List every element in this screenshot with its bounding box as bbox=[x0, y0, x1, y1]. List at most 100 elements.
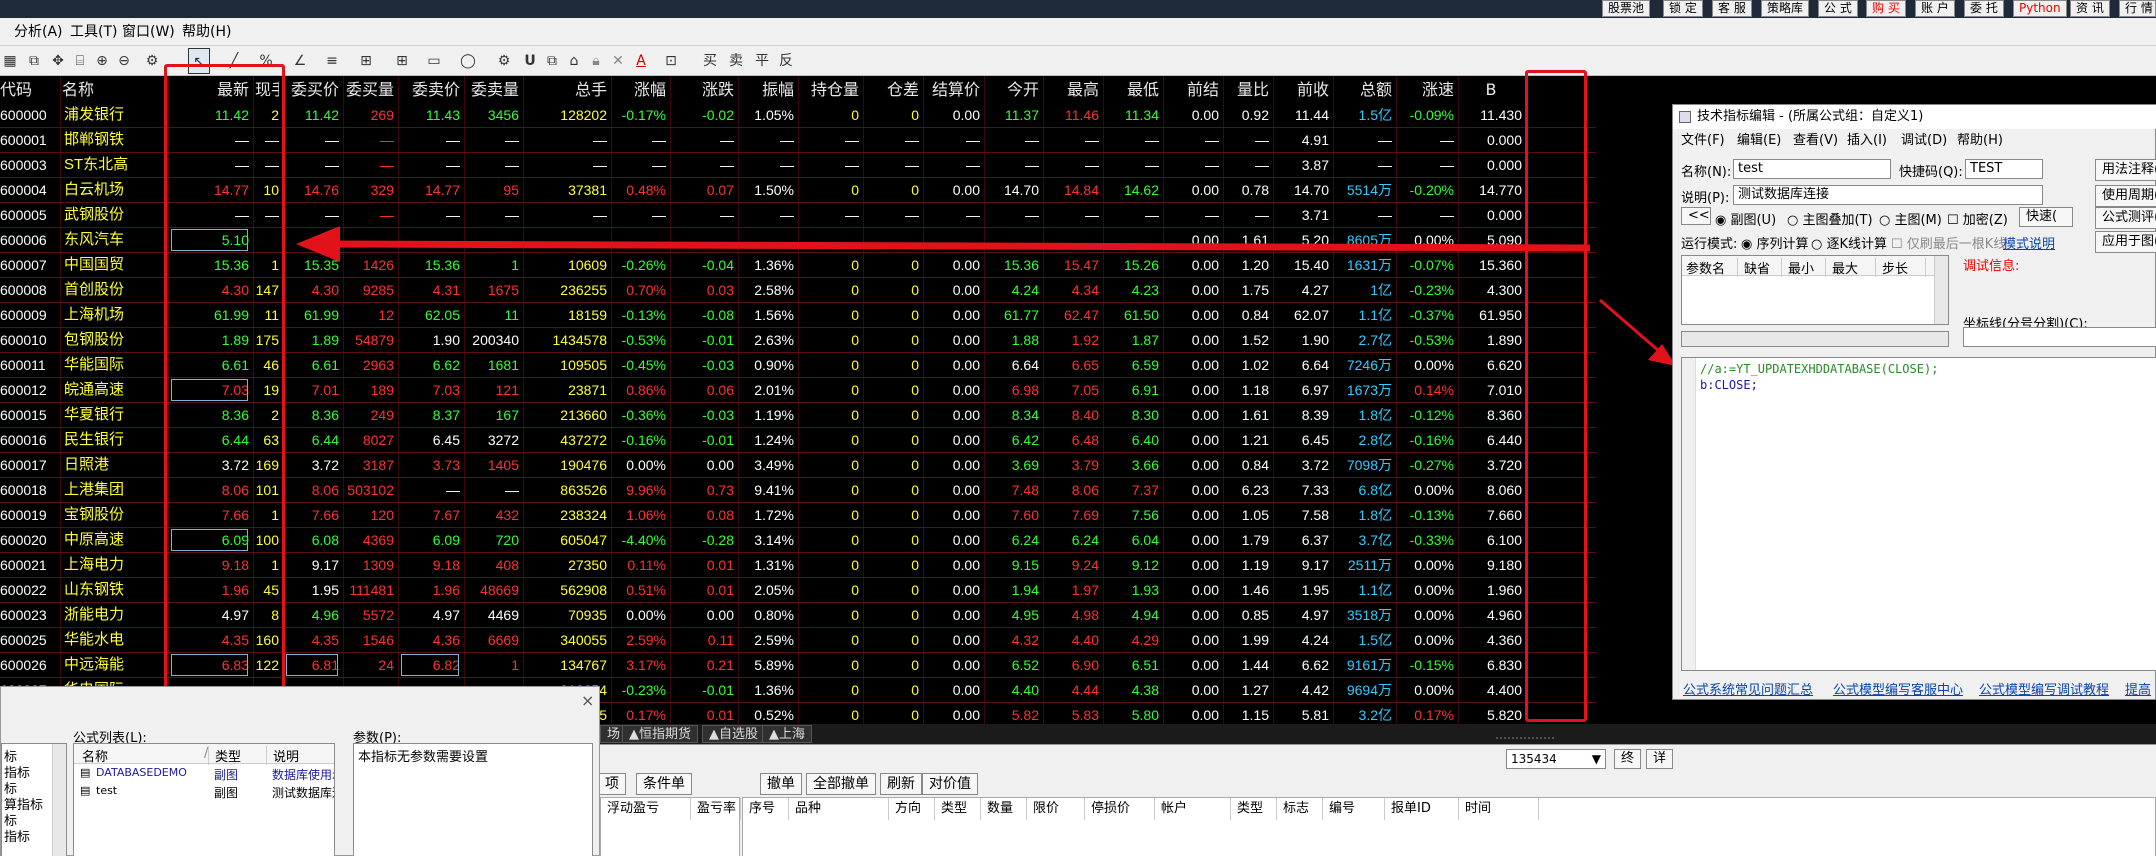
rectangle-tool-icon[interactable]: ▭ bbox=[422, 48, 446, 74]
delete-icon[interactable]: ✕ bbox=[608, 48, 628, 74]
service-button[interactable]: 客 服 bbox=[1712, 0, 1752, 17]
param-hscrollbar[interactable] bbox=[1681, 331, 1949, 347]
col-header-2[interactable]: 最新 bbox=[170, 76, 249, 103]
order-col-4[interactable]: 数量 bbox=[981, 798, 1027, 820]
order-col-7[interactable]: 帐户 bbox=[1155, 798, 1231, 820]
percent-tool-icon[interactable]: % bbox=[254, 48, 278, 74]
menu-help[interactable]: 帮助(H) bbox=[182, 18, 231, 46]
improve-link[interactable]: 提高 bbox=[2125, 679, 2151, 698]
col-header-10[interactable]: 涨跌 bbox=[672, 76, 734, 103]
col-header-16[interactable]: 最高 bbox=[1045, 76, 1099, 103]
formula-group-item[interactable]: 指标 bbox=[4, 826, 30, 845]
editor-menu-view[interactable]: 查看(V) bbox=[1793, 131, 1838, 151]
tab-shanghai[interactable]: ▲上海 bbox=[762, 725, 812, 743]
usage-notes-button[interactable]: 用法注释( bbox=[2095, 159, 2156, 181]
col-header-14[interactable]: 结算价 bbox=[925, 76, 980, 103]
menu-window[interactable]: 窗口(W) bbox=[122, 18, 175, 46]
zoom-out-icon[interactable]: ⊖ bbox=[114, 48, 134, 74]
hotkey-input[interactable]: TEST bbox=[1965, 159, 2043, 179]
order-col-2[interactable]: 方向 bbox=[889, 798, 935, 820]
table-row[interactable]: 600019 宝钢股份 7.66 1 7.66 120 7.67 432 238324 1.06%… bbox=[0, 503, 1596, 528]
zoom-in-icon[interactable]: ⊕ bbox=[92, 48, 112, 74]
buy-mark-icon[interactable]: 买 bbox=[700, 48, 720, 74]
table-row[interactable]: 600012 皖通高速 7.03 19 7.01 189 7.03 121 23871 0.86%… bbox=[0, 378, 1596, 403]
settings-icon[interactable]: ⚙ bbox=[142, 48, 162, 74]
table-row[interactable]: 600023 浙能电力 4.97 8 4.96 5572 4.97 4469 70935 0.00… bbox=[0, 603, 1596, 628]
order-col-6[interactable]: 停损价 bbox=[1085, 798, 1155, 820]
axis-lines-input[interactable] bbox=[1963, 327, 2156, 347]
radio-overlay[interactable]: ○ 主图叠加(T) bbox=[1787, 209, 1873, 228]
order-col-9[interactable]: 标志 bbox=[1277, 798, 1323, 820]
radio-sequence[interactable]: ◉ 序列计算 bbox=[1741, 233, 1809, 252]
home-icon[interactable]: ⌂ bbox=[564, 48, 584, 74]
table-row[interactable]: 600026 中远海能 6.83 122 6.81 24 6.82 1 134767 3.17% 0… bbox=[0, 653, 1596, 678]
order-col-1[interactable]: 品种 bbox=[789, 798, 889, 820]
grid-icon[interactable]: ▦ bbox=[0, 48, 20, 74]
param-table[interactable]: 参数名 缺省 最小 最大 步长 bbox=[1681, 255, 1949, 325]
account-button[interactable]: 账 户 bbox=[1915, 0, 1955, 17]
editor-menu-edit[interactable]: 编辑(E) bbox=[1737, 131, 1781, 151]
formula-name[interactable]: test bbox=[96, 784, 117, 797]
ruler-icon[interactable]: ⌸ bbox=[70, 48, 90, 74]
col-header-0[interactable]: 代码 bbox=[0, 76, 56, 103]
table-row[interactable]: 600017 日照港 3.72 169 3.72 3187 3.73 1405 190476 0.… bbox=[0, 453, 1596, 478]
table-row[interactable]: 600010 包钢股份 1.89 175 1.89 54879 1.90 200340 1434… bbox=[0, 328, 1596, 353]
radio-subchart[interactable]: ◉ 副图(U) bbox=[1715, 209, 1776, 228]
cancel-order-button[interactable]: 撤单 bbox=[760, 773, 802, 795]
table-row[interactable]: 600008 首创股份 4.30 147 4.30 9285 4.31 1675 236255 0… bbox=[0, 278, 1596, 303]
news-button[interactable]: 资 讯 bbox=[2070, 0, 2110, 17]
text-color-icon[interactable]: A bbox=[630, 48, 652, 74]
python-button[interactable]: Python bbox=[2013, 0, 2067, 17]
close-icon[interactable]: × bbox=[581, 691, 594, 710]
table-row[interactable]: 600004 白云机场 14.77 10 14.76 329 14.77 95 37381 0.4… bbox=[0, 178, 1596, 203]
col-header-1[interactable]: 名称 bbox=[62, 76, 164, 103]
close-mark-icon[interactable]: 平 bbox=[752, 48, 772, 74]
col-header-15[interactable]: 今开 bbox=[986, 76, 1039, 103]
lock-button[interactable]: 锁 定 bbox=[1663, 0, 1703, 17]
tab-watchlist[interactable]: ▲自选股 bbox=[702, 725, 765, 743]
angle-tool-icon[interactable]: ∠ bbox=[288, 48, 312, 74]
check-last-bar[interactable]: ☐ 仅刷最后一根K线 bbox=[1891, 233, 2006, 252]
cycle-button[interactable]: 使用周期( bbox=[2095, 185, 2156, 207]
code-editor[interactable]: //a:=YT_UPDATEXHDDATABASE(CLOSE); b:CLOS… bbox=[1681, 357, 2156, 671]
formula-name[interactable]: DATABASEDEMO bbox=[96, 766, 187, 779]
col-header-9[interactable]: 涨幅 bbox=[613, 76, 666, 103]
col-header-17[interactable]: 最低 bbox=[1105, 76, 1159, 103]
editor-menu-file[interactable]: 文件(F) bbox=[1681, 131, 1725, 151]
table-row[interactable]: 600003 ST东北高 — — — — — — — — — — — — — — — — — — 3.87 — — 0.000 bbox=[0, 153, 1596, 178]
table-row[interactable]: 600021 上海电力 9.18 1 9.17 1309 9.18 408 27350 0.11%… bbox=[0, 553, 1596, 578]
nav-back-button[interactable]: << bbox=[1681, 207, 1711, 225]
detail-button[interactable]: 详 bbox=[1646, 749, 1674, 769]
table-row[interactable]: 600005 武钢股份 — — — — — — — — — — — — — — — — — — 3.71 — — 0.000 bbox=[0, 203, 1596, 228]
table-row[interactable]: 600000 浦发银行 11.42 2 11.42 269 11.43 3456 128202-… bbox=[0, 103, 1596, 128]
account-select[interactable]: 135434 ▼ bbox=[1506, 749, 1606, 769]
table-row[interactable]: 600020 中原高速 6.09 100 6.08 4369 6.09 720 605047 -4… bbox=[0, 528, 1596, 553]
quote-button[interactable]: 行 情 bbox=[2119, 0, 2156, 17]
terminal-button[interactable]: 终 bbox=[1614, 749, 1642, 769]
col-header-22[interactable]: 涨速 bbox=[1398, 76, 1454, 103]
pointer-icon[interactable]: ↖ bbox=[188, 48, 210, 74]
name-input[interactable]: test bbox=[1733, 159, 1891, 179]
editor-menu-help[interactable]: 帮助(H) bbox=[1957, 131, 2003, 151]
support-center-link[interactable]: 公式模型编写客服中心 bbox=[1833, 679, 1963, 698]
table-row[interactable]: 600018 上港集团 8.06 101 8.06 503102 — — 863526 9.96%… bbox=[0, 478, 1596, 503]
col-header-7[interactable]: 委卖量 bbox=[466, 76, 519, 103]
tutorial-link[interactable]: 公式模型编写调试教程 bbox=[1979, 679, 2109, 698]
order-col-0[interactable]: 序号 bbox=[743, 798, 789, 820]
duplicate-icon[interactable]: ⧉ bbox=[542, 48, 562, 74]
col-header-4[interactable]: 委买价 bbox=[285, 76, 339, 103]
col-header-23[interactable]: B bbox=[1460, 76, 1522, 103]
counter-price-button[interactable]: 对价值 bbox=[922, 773, 978, 795]
table-row[interactable]: 600001 邯郸钢铁 — — — — — — — — — — — — — — — — — — 4.91 — — 0.000 bbox=[0, 128, 1596, 153]
table-row[interactable]: 600007 中国国贸 15.36 1 15.35 1426 15.36 1 10609 -0.2… bbox=[0, 253, 1596, 278]
editor-menu-insert[interactable]: 插入(I) bbox=[1847, 131, 1887, 151]
param-scrollbar[interactable] bbox=[1934, 256, 1948, 324]
table-row[interactable]: 600022 山东钢铁 1.96 45 1.95 111481 1.96 48669 56290… bbox=[0, 578, 1596, 603]
col-header-20[interactable]: 前收 bbox=[1275, 76, 1329, 103]
ellipse-tool-icon[interactable]: ◯ bbox=[456, 48, 480, 74]
reverse-mark-icon[interactable]: 反 bbox=[776, 48, 796, 74]
col-header-18[interactable]: 前结 bbox=[1165, 76, 1219, 103]
buy-button[interactable]: 购 买 bbox=[1866, 0, 1906, 17]
stock-pool-button[interactable]: 股票池 bbox=[1602, 0, 1651, 17]
desc-input[interactable]: 测试数据库连接 bbox=[1733, 185, 2043, 205]
